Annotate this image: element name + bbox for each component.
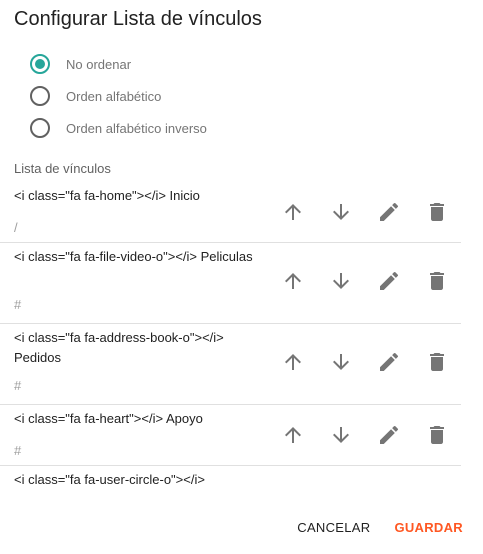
- pencil-icon[interactable]: [377, 350, 401, 374]
- arrow-up-icon[interactable]: [281, 200, 305, 224]
- sort-options: No ordenar Orden alfabético Orden alfabé…: [30, 48, 207, 144]
- radio-circle[interactable]: [30, 118, 50, 138]
- links-section-label: Lista de vínculos: [14, 161, 111, 176]
- item-actions: [281, 200, 473, 224]
- radio-no-sort[interactable]: No ordenar: [30, 48, 207, 80]
- arrow-up-icon[interactable]: [281, 269, 305, 293]
- pencil-icon[interactable]: [377, 200, 401, 224]
- list-item: <i class="fa fa-address-book-o"></i> Ped…: [0, 324, 461, 405]
- link-url: #: [14, 297, 22, 312]
- save-button[interactable]: GUARDAR: [386, 516, 471, 539]
- arrow-down-icon[interactable]: [329, 200, 353, 224]
- item-actions: [281, 269, 473, 293]
- link-text: <i class="fa fa-user-circle-o"></i>: [14, 472, 205, 487]
- link-text: <i class="fa fa-home"></i> Inicio: [14, 188, 200, 203]
- trash-icon[interactable]: [425, 269, 449, 293]
- trash-icon[interactable]: [425, 423, 449, 447]
- arrow-down-icon[interactable]: [329, 423, 353, 447]
- link-text: <i class="fa fa-address-book-o"></i> Ped…: [14, 330, 224, 365]
- link-list: <i class="fa fa-home"></i> Inicio / <i c…: [0, 182, 483, 490]
- trash-icon[interactable]: [425, 350, 449, 374]
- link-url: #: [14, 378, 22, 393]
- arrow-up-icon[interactable]: [281, 423, 305, 447]
- pencil-icon[interactable]: [377, 423, 401, 447]
- link-text: <i class="fa fa-heart"></i> Apoyo: [14, 411, 203, 426]
- link-url: /: [14, 220, 18, 235]
- cancel-button[interactable]: CANCELAR: [289, 516, 378, 539]
- arrow-up-icon[interactable]: [281, 350, 305, 374]
- radio-circle[interactable]: [30, 86, 50, 106]
- radio-label: Orden alfabético inverso: [66, 120, 207, 136]
- trash-icon[interactable]: [425, 200, 449, 224]
- arrow-down-icon[interactable]: [329, 350, 353, 374]
- list-item: <i class="fa fa-user-circle-o"></i>: [0, 466, 461, 490]
- radio-label: No ordenar: [66, 56, 132, 72]
- list-item: <i class="fa fa-heart"></i> Apoyo #: [0, 405, 461, 466]
- link-url: #: [14, 443, 22, 458]
- list-item: <i class="fa fa-file-video-o"></i> Pelic…: [0, 243, 461, 324]
- radio-reverse-alphabetical[interactable]: Orden alfabético inverso: [30, 112, 207, 144]
- pencil-icon[interactable]: [377, 269, 401, 293]
- item-actions: [281, 423, 473, 447]
- dialog-title: Configurar Lista de vínculos: [14, 8, 262, 30]
- item-actions: [281, 350, 473, 374]
- dialog-actions: CANCELAR GUARDAR: [289, 516, 471, 539]
- radio-label: Orden alfabético: [66, 88, 162, 104]
- radio-circle-checked[interactable]: [30, 54, 50, 74]
- list-item: <i class="fa fa-home"></i> Inicio /: [0, 182, 461, 243]
- link-text: <i class="fa fa-file-video-o"></i> Pelic…: [14, 249, 253, 264]
- arrow-down-icon[interactable]: [329, 269, 353, 293]
- radio-alphabetical[interactable]: Orden alfabético: [30, 80, 207, 112]
